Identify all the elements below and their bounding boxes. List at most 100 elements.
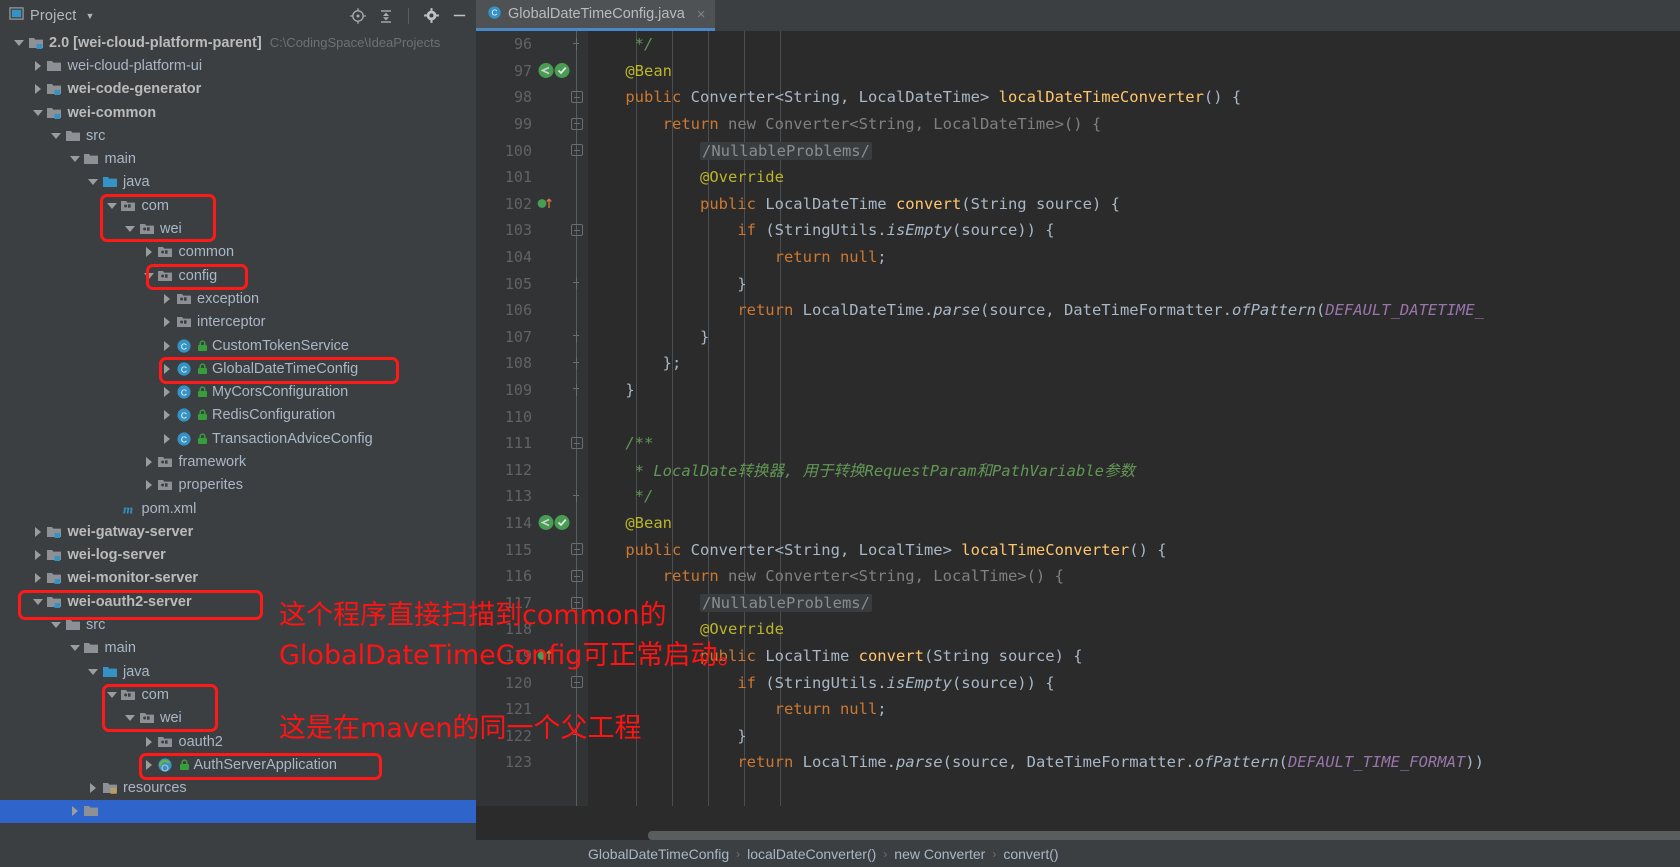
code-line-112[interactable]: 112 * LocalDate转换器, 用于转换RequestParam和Pat… bbox=[476, 457, 1680, 484]
minimize-icon[interactable] bbox=[448, 5, 470, 27]
locate-icon[interactable] bbox=[347, 5, 369, 27]
overriding-method-gutter-icon[interactable] bbox=[537, 647, 555, 668]
expand-arrow-icon[interactable] bbox=[159, 314, 175, 330]
project-tree[interactable]: 2.0 [wei-cloud-platform-parent] C:\Coding… bbox=[0, 31, 476, 867]
expand-arrow-icon[interactable] bbox=[30, 547, 46, 563]
code-line-100[interactable]: 100 /NullableProblems/ bbox=[476, 137, 1680, 164]
expand-arrow-icon[interactable] bbox=[141, 734, 157, 750]
expand-arrow-icon[interactable] bbox=[30, 58, 46, 74]
tree-node-com[interactable]: com bbox=[0, 683, 476, 706]
collapse-arrow-icon[interactable] bbox=[30, 594, 46, 610]
code-line-111[interactable]: 111 /** bbox=[476, 430, 1680, 457]
expand-arrow-icon[interactable] bbox=[159, 384, 175, 400]
collapse-arrow-icon[interactable] bbox=[67, 640, 83, 656]
overriding-method-gutter-icon[interactable] bbox=[537, 195, 555, 216]
fold-end-marker-icon[interactable] bbox=[571, 490, 583, 503]
code-line-102[interactable]: 102 public LocalDateTime convert (String … bbox=[476, 191, 1680, 218]
code-line-121[interactable]: 121 return null; bbox=[476, 696, 1680, 723]
breadcrumb-item[interactable]: convert() bbox=[1003, 846, 1058, 862]
code-line-117[interactable]: 117 /NullableProblems/ bbox=[476, 590, 1680, 617]
fold-collapse-icon[interactable] bbox=[571, 91, 583, 104]
breadcrumb-item[interactable]: GlobalDateTimeConfig bbox=[588, 846, 729, 862]
collapse-arrow-icon[interactable] bbox=[104, 198, 120, 214]
fold-collapse-icon[interactable] bbox=[571, 676, 583, 689]
code-line-110[interactable]: 110 bbox=[476, 403, 1680, 430]
code-line-120[interactable]: 120 if (StringUtils. isEmpty (source)) { bbox=[476, 669, 1680, 696]
tree-node-wei-log-server[interactable]: wei-log-server bbox=[0, 544, 476, 567]
tree-node[interactable] bbox=[0, 799, 476, 824]
tree-node-wei-gatway-server[interactable]: wei-gatway-server bbox=[0, 520, 476, 543]
code-line-99[interactable]: 99 return new Converter<String, LocalDat… bbox=[476, 111, 1680, 138]
tree-node-globaldatetimeconfig[interactable]: C GlobalDateTimeConfig bbox=[0, 357, 476, 380]
tree-node-main[interactable]: main bbox=[0, 637, 476, 660]
code-line-116[interactable]: 116 return new Converter<String, LocalTi… bbox=[476, 563, 1680, 590]
bean-gutter-icon[interactable] bbox=[537, 62, 573, 83]
tree-node-mycorsconfiguration[interactable]: C MyCorsConfiguration bbox=[0, 380, 476, 403]
breadcrumb-item[interactable]: new Converter bbox=[894, 846, 985, 862]
code-line-103[interactable]: 103 if (StringUtils. isEmpty (source)) { bbox=[476, 217, 1680, 244]
tree-node-pom-xml[interactable]: m pom.xml bbox=[0, 497, 476, 520]
collapse-arrow-icon[interactable] bbox=[85, 664, 101, 680]
fold-end-marker-icon[interactable] bbox=[571, 357, 583, 370]
code-line-104[interactable]: 104 return null; bbox=[476, 244, 1680, 271]
tree-node-wei-oauth2-server[interactable]: wei-oauth2-server bbox=[0, 590, 476, 613]
code-line-118[interactable]: 118 @Override bbox=[476, 616, 1680, 643]
tree-node-com[interactable]: com bbox=[0, 194, 476, 217]
tree-node-src[interactable]: src bbox=[0, 124, 476, 147]
tree-node-oauth2[interactable]: oauth2 bbox=[0, 730, 476, 753]
expand-arrow-icon[interactable] bbox=[85, 780, 101, 796]
code-line-107[interactable]: 107 } bbox=[476, 324, 1680, 351]
code-line-101[interactable]: 101 @Override bbox=[476, 164, 1680, 191]
tree-node-resources[interactable]: resources bbox=[0, 777, 476, 800]
tree-node-redisconfiguration[interactable]: C RedisConfiguration bbox=[0, 404, 476, 427]
expand-arrow-icon[interactable] bbox=[30, 81, 46, 97]
collapse-arrow-icon[interactable] bbox=[122, 710, 138, 726]
code-line-122[interactable]: 122 } bbox=[476, 723, 1680, 750]
tree-node-main[interactable]: main bbox=[0, 147, 476, 170]
expand-arrow-icon[interactable] bbox=[159, 338, 175, 354]
fold-end-marker-icon[interactable] bbox=[571, 383, 583, 396]
code-line-119[interactable]: 119 public LocalTime convert (String sour… bbox=[476, 643, 1680, 670]
code-line-123[interactable]: 123 return LocalTime. parse (source, DateT… bbox=[476, 749, 1680, 776]
code-view[interactable]: 96 */97 @Bean 98 public Converter<String,… bbox=[476, 31, 1680, 806]
tree-node-src[interactable]: src bbox=[0, 613, 476, 636]
fold-collapse-icon[interactable] bbox=[571, 117, 583, 130]
tree-node-properites[interactable]: properites bbox=[0, 474, 476, 497]
tree-node-common[interactable]: common bbox=[0, 241, 476, 264]
code-line-97[interactable]: 97 @Bean bbox=[476, 58, 1680, 85]
expand-arrow-icon[interactable] bbox=[159, 407, 175, 423]
tree-node-wei-monitor-server[interactable]: wei-monitor-server bbox=[0, 567, 476, 590]
settings-gear-icon[interactable] bbox=[420, 5, 442, 27]
breadcrumb-item[interactable]: localDateConverter() bbox=[747, 846, 876, 862]
horizontal-scrollbar-thumb[interactable] bbox=[648, 831, 1680, 840]
collapse-arrow-icon[interactable] bbox=[104, 687, 120, 703]
collapse-arrow-icon[interactable] bbox=[122, 221, 138, 237]
tree-node-java[interactable]: java bbox=[0, 171, 476, 194]
fold-collapse-icon[interactable] bbox=[571, 543, 583, 556]
fold-collapse-icon[interactable] bbox=[571, 596, 583, 609]
code-line-96[interactable]: 96 */ bbox=[476, 31, 1680, 58]
expand-arrow-icon[interactable] bbox=[30, 570, 46, 586]
code-line-114[interactable]: 114 @Bean bbox=[476, 510, 1680, 537]
code-line-105[interactable]: 105 } bbox=[476, 270, 1680, 297]
fold-end-marker-icon[interactable] bbox=[571, 729, 583, 742]
fold-end-marker-icon[interactable] bbox=[571, 38, 583, 50]
close-icon[interactable]: × bbox=[697, 6, 706, 23]
code-line-106[interactable]: 106 return LocalDateTime. parse (source, D… bbox=[476, 297, 1680, 324]
tree-node-framework[interactable]: framework bbox=[0, 450, 476, 473]
tree-node-authserverapplication[interactable]: AuthServerApplication bbox=[0, 753, 476, 776]
code-line-98[interactable]: 98 public Converter<String, LocalDateTim… bbox=[476, 84, 1680, 111]
tree-node-2-0-wei-cloud-platform-parent[interactable]: 2.0 [wei-cloud-platform-parent] C:\Coding… bbox=[0, 31, 476, 54]
collapse-arrow-icon[interactable] bbox=[67, 151, 83, 167]
chevron-down-icon[interactable]: ▼ bbox=[86, 11, 95, 21]
tree-node-wei[interactable]: wei bbox=[0, 217, 476, 240]
code-line-108[interactable]: 108 }; bbox=[476, 350, 1680, 377]
expand-arrow-icon[interactable] bbox=[159, 291, 175, 307]
editor-tab-globaldatetimeconfig[interactable]: C GlobalDateTimeConfig.java × bbox=[476, 0, 715, 31]
expand-arrow-icon[interactable] bbox=[141, 454, 157, 470]
expand-arrow-icon[interactable] bbox=[141, 244, 157, 260]
expand-arrow-icon[interactable] bbox=[159, 361, 175, 377]
tree-node-transactionadviceconfig[interactable]: C TransactionAdviceConfig bbox=[0, 427, 476, 450]
collapse-all-icon[interactable] bbox=[375, 5, 397, 27]
code-line-115[interactable]: 115 public Converter<String, LocalTime> … bbox=[476, 536, 1680, 563]
